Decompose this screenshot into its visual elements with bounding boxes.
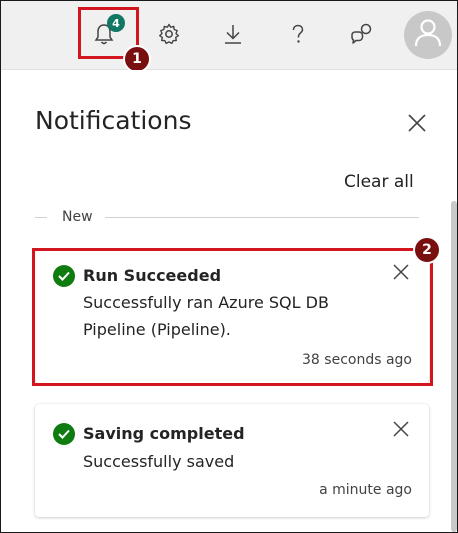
dismiss-notification-button[interactable] <box>391 421 411 441</box>
highlight-box-notification <box>32 248 433 386</box>
section-divider <box>105 217 419 218</box>
top-bar: 4 <box>1 1 457 70</box>
step-marker-2: 2 <box>413 236 441 264</box>
help-icon <box>288 22 308 46</box>
section-divider <box>35 217 47 218</box>
clear-all-link[interactable]: Clear all <box>344 172 414 192</box>
notification-card[interactable]: Saving completed Successfully saved a mi… <box>35 404 429 517</box>
close-icon <box>393 421 409 441</box>
download-icon <box>222 22 244 46</box>
panel-scrollbar[interactable] <box>451 201 457 532</box>
feedback-button[interactable] <box>345 15 379 53</box>
step-marker-1: 1 <box>123 45 151 73</box>
section-label-new: New <box>62 209 93 225</box>
notification-message: Successfully saved <box>83 452 235 471</box>
account-avatar[interactable] <box>404 11 452 59</box>
close-panel-button[interactable] <box>405 113 429 137</box>
help-button[interactable] <box>281 15 315 53</box>
close-icon <box>407 113 427 137</box>
notification-title: Saving completed <box>83 424 245 443</box>
avatar-icon <box>414 18 442 52</box>
window-frame: 4 1 Notifications Clear all New Run Succ… <box>0 0 458 533</box>
settings-button[interactable] <box>152 15 186 53</box>
panel-title: Notifications <box>35 106 192 135</box>
feedback-icon <box>349 22 375 46</box>
gear-icon <box>157 22 181 46</box>
notification-time: a minute ago <box>319 482 412 498</box>
download-button[interactable] <box>216 15 250 53</box>
success-check-icon <box>53 423 75 445</box>
